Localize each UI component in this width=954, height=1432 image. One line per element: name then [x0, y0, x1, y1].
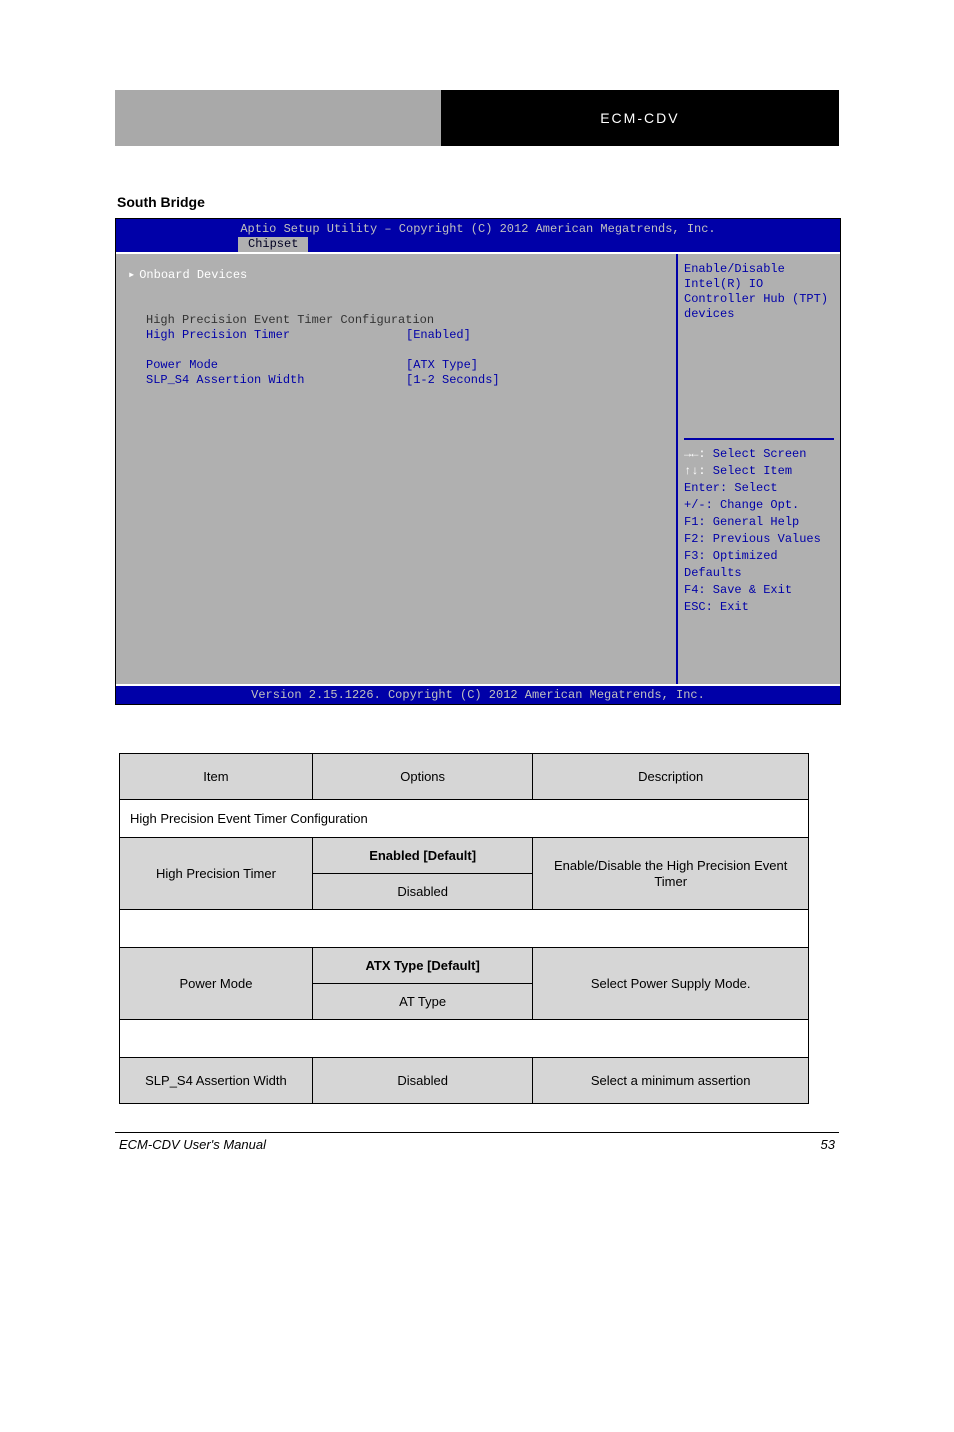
footer-manual-name: ECM-CDV User's Manual	[119, 1137, 266, 1152]
setting-powermode-label[interactable]: Power Mode	[146, 358, 406, 373]
key-arrows-ud-icon: ↑↓:	[684, 464, 706, 478]
row-hpet-desc: Enable/Disable the High Precision Event …	[533, 838, 809, 910]
row-power-opt2: AT Type	[312, 984, 532, 1020]
key-f2-txt: Previous Values	[706, 532, 821, 546]
footer-page-number: 53	[821, 1137, 835, 1152]
setting-slp-label[interactable]: SLP_S4 Assertion Width	[146, 373, 406, 388]
setting-powermode-value[interactable]: [ATX Type]	[406, 358, 478, 373]
key-f4: F4:	[684, 583, 706, 597]
row-hpet-item: High Precision Timer	[120, 838, 313, 910]
th-options: Options	[312, 754, 532, 800]
key-enter: Enter:	[684, 481, 727, 495]
row-hpet-opt2: Disabled	[312, 874, 532, 910]
setting-hpet-label[interactable]: High Precision Timer	[146, 328, 406, 343]
header-left-block	[115, 90, 441, 146]
setting-hpet-value[interactable]: [Enabled]	[406, 328, 471, 343]
section-title: South Bridge	[117, 194, 839, 210]
bios-title-bar: Aptio Setup Utility – Copyright (C) 2012…	[116, 219, 840, 236]
menu-onboard-devices[interactable]: Onboard Devices	[139, 268, 247, 283]
key-plusminus-txt: Change Opt.	[713, 498, 799, 512]
key-arrows-lr-icon: →←:	[684, 447, 706, 461]
key-f4-txt: Save & Exit	[706, 583, 792, 597]
row-break2	[120, 1020, 809, 1058]
help-line2: Controller Hub (TPT) devices	[684, 292, 834, 322]
th-desc: Description	[533, 754, 809, 800]
key-select-item: Select Item	[706, 464, 792, 478]
row-slp-desc: Select a minimum assertion	[533, 1058, 809, 1104]
row-power-opt1: ATX Type [Default]	[312, 948, 532, 984]
hpet-heading: High Precision Event Timer Configuration	[146, 313, 434, 328]
key-f2: F2:	[684, 532, 706, 546]
row-power-item: Power Mode	[120, 948, 313, 1020]
bios-key-legend: →←: Select Screen ↑↓: Select Item Enter:…	[684, 446, 834, 616]
header-bar: ECM-CDV	[115, 90, 839, 146]
key-select-screen: Select Screen	[706, 447, 807, 461]
help-line1: Enable/Disable Intel(R) IO	[684, 262, 834, 292]
key-esc-txt: Exit	[713, 600, 749, 614]
submenu-arrow-icon: ▸	[128, 268, 135, 283]
row-slp-item: SLP_S4 Assertion Width	[120, 1058, 313, 1104]
key-f1-txt: General Help	[706, 515, 800, 529]
bios-screenshot: Aptio Setup Utility – Copyright (C) 2012…	[115, 218, 841, 705]
key-enter-txt: Select	[727, 481, 777, 495]
row-hpet-section: High Precision Event Timer Configuration	[120, 800, 809, 838]
header-right-block: ECM-CDV	[441, 90, 839, 146]
row-power-desc: Select Power Supply Mode.	[533, 948, 809, 1020]
key-f1: F1:	[684, 515, 706, 529]
row-slp-opt: Disabled	[312, 1058, 532, 1104]
key-f3: F3:	[684, 549, 706, 563]
key-esc: ESC:	[684, 600, 713, 614]
bios-tab-chipset: Chipset	[238, 237, 308, 252]
bios-version-bar: Version 2.15.1226. Copyright (C) 2012 Am…	[116, 686, 840, 704]
th-item: Item	[120, 754, 313, 800]
row-break1	[120, 910, 809, 948]
key-plusminus: +/-:	[684, 498, 713, 512]
row-hpet-opt1: Enabled [Default]	[312, 838, 532, 874]
bios-tab-row: Chipset	[116, 236, 840, 252]
bios-help-text: Enable/Disable Intel(R) IO Controller Hu…	[684, 262, 834, 322]
setting-slp-value[interactable]: [1-2 Seconds]	[406, 373, 500, 388]
config-table: Item Options Description High Precision …	[119, 753, 809, 1104]
